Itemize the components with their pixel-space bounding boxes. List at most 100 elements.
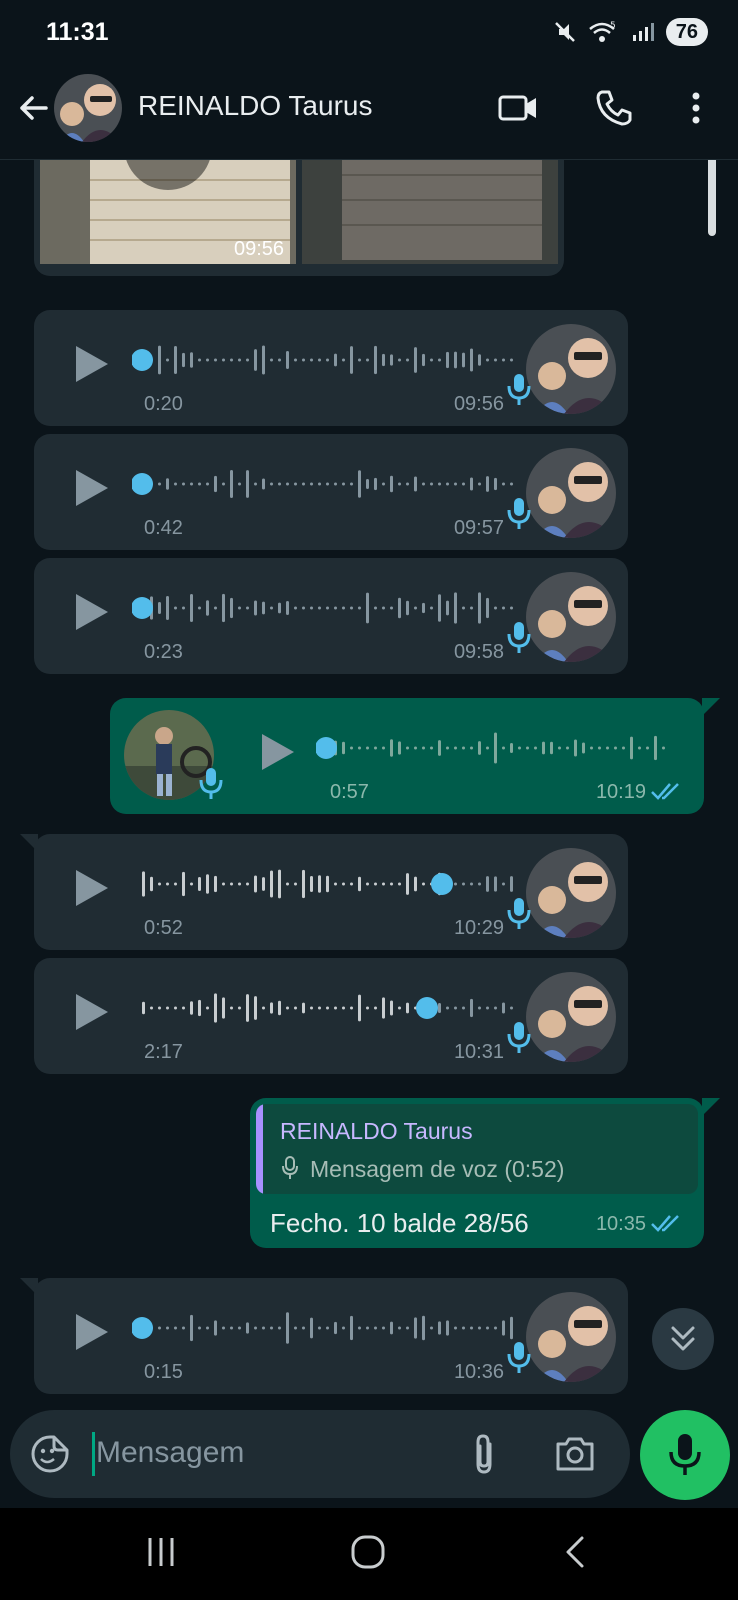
contact-avatar[interactable]	[54, 74, 122, 142]
waveform-bar	[238, 1006, 241, 1010]
scrollbar-thumb[interactable]	[708, 160, 716, 236]
waveform-bar	[294, 882, 297, 886]
waveform-bar	[590, 746, 593, 750]
voice-waveform[interactable]	[132, 864, 532, 904]
waveform-bar	[238, 606, 241, 610]
waveform-bar	[366, 1326, 369, 1330]
waveform-bar	[438, 358, 441, 362]
waveform-bar	[334, 606, 337, 610]
waveform-bar	[486, 1326, 489, 1330]
waveform-bar	[390, 1321, 393, 1335]
waveform-progress-knob[interactable]	[132, 473, 153, 495]
back-arrow-icon[interactable]	[14, 88, 54, 128]
waveform-bar	[470, 606, 473, 610]
attach-icon[interactable]	[466, 1432, 502, 1476]
waveform-bar	[374, 746, 377, 750]
waveform-bar	[158, 882, 161, 886]
voice-message[interactable]: 0:20 09:56	[34, 310, 628, 426]
waveform-bar	[366, 882, 369, 886]
waveform-bar	[558, 746, 561, 750]
sender-avatar	[526, 448, 616, 538]
voice-duration: 0:15	[144, 1361, 183, 1383]
play-icon[interactable]	[258, 730, 298, 774]
voice-waveform[interactable]	[132, 464, 532, 504]
waveform-bar	[342, 882, 345, 886]
mic-icon	[507, 498, 531, 529]
waveform-bar	[350, 746, 353, 750]
waveform-bar	[270, 358, 273, 362]
voice-waveform[interactable]	[132, 588, 532, 628]
waveform-bar	[182, 1006, 185, 1010]
waveform-bar	[510, 1006, 513, 1010]
waveform-bar	[438, 482, 441, 486]
waveform-bar	[166, 1006, 169, 1010]
play-icon[interactable]	[72, 590, 112, 634]
video-call-icon[interactable]	[496, 86, 540, 130]
mic-icon	[507, 1022, 531, 1053]
voice-waveform[interactable]	[132, 340, 532, 380]
waveform-progress-knob[interactable]	[416, 997, 438, 1019]
play-icon[interactable]	[72, 342, 112, 386]
waveform-bar	[238, 1326, 241, 1330]
waveform-bar	[342, 741, 345, 755]
chat-header: REINALDO Taurus	[0, 68, 738, 160]
message-composer[interactable]: Mensagem	[10, 1410, 630, 1498]
waveform-bar	[430, 606, 433, 610]
voice-call-icon[interactable]	[592, 86, 636, 130]
waveform-bar	[150, 1006, 153, 1010]
waveform-bar	[582, 742, 585, 754]
voice-message-outgoing[interactable]: 0:57 10:19	[110, 698, 704, 814]
media-thumbnail-more[interactable]: + 2	[302, 160, 558, 264]
more-options-icon[interactable]	[674, 86, 718, 130]
waveform-bar	[494, 1006, 497, 1010]
waveform-progress-knob[interactable]	[316, 737, 337, 759]
waveform-progress-knob[interactable]	[132, 597, 153, 619]
camera-icon[interactable]	[554, 1434, 596, 1474]
message-input[interactable]: Mensagem	[96, 1436, 244, 1470]
sender-avatar	[526, 848, 616, 938]
record-voice-button[interactable]	[640, 1410, 730, 1500]
waveform-progress-knob[interactable]	[132, 1317, 153, 1339]
mic-icon	[199, 768, 223, 799]
voice-message[interactable]: 0:42 09:57	[34, 434, 628, 550]
waveform-bar	[350, 1315, 353, 1341]
home-icon[interactable]	[348, 1532, 388, 1572]
waveform-bar	[326, 875, 329, 893]
voice-message[interactable]: 2:17 10:31	[34, 958, 628, 1074]
waveform-progress-knob[interactable]	[431, 873, 453, 895]
waveform-bar	[502, 882, 505, 886]
waveform-bar	[254, 349, 257, 371]
reply-message-outgoing[interactable]: REINALDO Taurus Mensagem de voz (0:52) F…	[250, 1098, 704, 1248]
quoted-message[interactable]: REINALDO Taurus Mensagem de voz (0:52)	[256, 1104, 698, 1194]
sticker-icon[interactable]	[30, 1434, 70, 1474]
waveform-bar	[270, 482, 273, 486]
voice-waveform[interactable]	[132, 1308, 532, 1348]
waveform-progress-knob[interactable]	[132, 349, 153, 371]
play-icon[interactable]	[72, 990, 112, 1034]
waveform-bar	[422, 882, 425, 886]
waveform-bar	[302, 358, 305, 362]
voice-waveform[interactable]	[316, 728, 686, 768]
waveform-bar	[398, 1326, 401, 1330]
voice-message[interactable]: 0:52 10:29	[34, 834, 628, 950]
voice-message[interactable]: 0:15 10:36	[34, 1278, 628, 1394]
voice-message[interactable]: 0:23 09:58	[34, 558, 628, 674]
play-icon[interactable]	[72, 866, 112, 910]
contact-name[interactable]: REINALDO Taurus	[138, 90, 372, 122]
voice-waveform[interactable]	[132, 988, 532, 1028]
waveform-bar	[374, 882, 377, 886]
scroll-to-bottom-button[interactable]	[652, 1308, 714, 1370]
waveform-bar	[326, 606, 329, 610]
waveform-bar	[414, 347, 417, 373]
voice-duration: 0:52	[144, 917, 183, 939]
play-icon[interactable]	[72, 1310, 112, 1354]
media-album-message[interactable]: + 2 09:56	[34, 160, 564, 276]
chat-messages[interactable]: + 2 09:56 0:20 09:56 0:42 09:57	[0, 160, 738, 1408]
waveform-bar	[294, 606, 297, 610]
back-nav-icon[interactable]	[560, 1532, 590, 1572]
play-icon[interactable]	[72, 466, 112, 510]
waveform-bar	[334, 353, 337, 367]
waveform-bar	[278, 602, 281, 614]
waveform-bar	[326, 482, 329, 486]
recent-apps-icon[interactable]	[144, 1532, 178, 1572]
